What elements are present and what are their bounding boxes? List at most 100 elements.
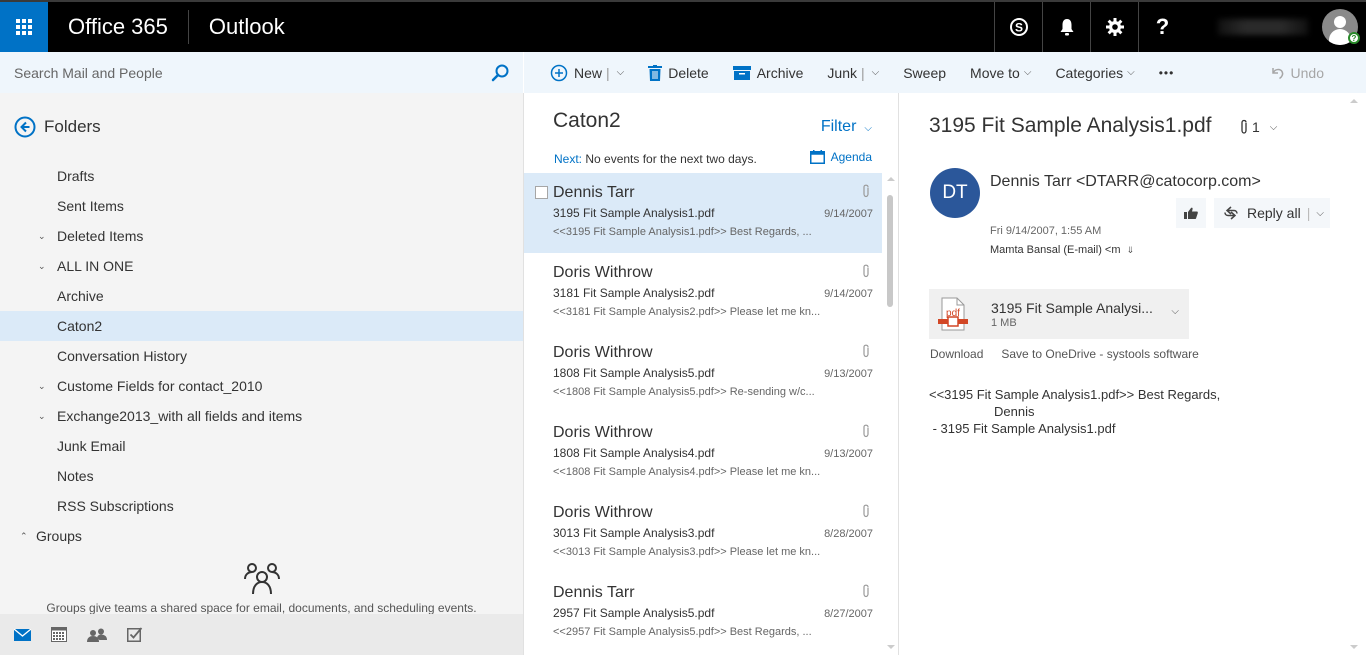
message-date: 9/14/2007 [824, 288, 873, 300]
more-actions-button[interactable]: ••• [1159, 66, 1175, 80]
message-preview: <<1808 Fit Sample Analysis5.pdf>> Re-sen… [553, 386, 815, 398]
message-item[interactable]: Dennis Tarr 3195 Fit Sample Analysis1.pdf… [524, 173, 882, 253]
chevron-down-icon[interactable]: ⌄ [38, 381, 46, 392]
message-sender: Doris Withrow [553, 424, 653, 441]
reply-all-button[interactable]: Reply all | ⌵ [1214, 198, 1330, 228]
folder-item-junk-email[interactable]: Junk Email [0, 431, 523, 461]
notifications-button[interactable] [1042, 2, 1090, 52]
folder-item-sent-items[interactable]: Sent Items [0, 191, 523, 221]
skype-button[interactable]: S [994, 2, 1042, 52]
message-list-pane: Caton2 Filter ⌵ Next: No events for the n… [524, 93, 898, 655]
app-launcher-button[interactable] [0, 2, 48, 52]
download-link[interactable]: Download [930, 347, 983, 361]
user-account-area[interactable]: ? [1186, 2, 1366, 52]
message-item[interactable]: Doris Withrow 1808 Fit Sample Analysis4.p… [524, 413, 882, 493]
agenda-button[interactable]: Agenda [809, 150, 872, 164]
folder-item-exchange2013-with-all-fields-and-items[interactable]: ⌄ Exchange2013_with all fields and items [0, 401, 523, 431]
paperclip-icon [863, 344, 869, 358]
filter-button[interactable]: Filter ⌵ [821, 118, 872, 136]
ellipsis-icon: ••• [1158, 65, 1175, 80]
scroll-down-arrow-icon[interactable] [1350, 645, 1358, 649]
folder-item-custome-fields-for-contact-2010[interactable]: ⌄ Custome Fields for contact_2010 [0, 371, 523, 401]
attachment-options-chevron-icon[interactable]: ⌵ [1171, 306, 1179, 317]
scroll-up-arrow-icon[interactable] [1350, 99, 1358, 103]
junk-dropdown-chevron-icon[interactable]: ⌵ [872, 67, 880, 78]
message-date: 9/13/2007 [824, 448, 873, 460]
reply-options-chevron-icon[interactable]: ⌵ [1316, 208, 1324, 219]
help-button[interactable]: ? [1138, 2, 1186, 52]
attachment-size: 1 MB [991, 316, 1017, 329]
new-button[interactable]: New | ⌵ [550, 64, 624, 82]
scroll-down-arrow-icon[interactable] [887, 645, 895, 649]
tasks-nav-button[interactable] [127, 627, 143, 642]
scroll-up-arrow-icon[interactable] [887, 177, 895, 181]
undo-label: Undo [1290, 64, 1324, 81]
new-dropdown-chevron-icon[interactable]: ⌵ [617, 67, 625, 78]
message-sender: Doris Withrow [553, 264, 653, 281]
move-to-button[interactable]: Move to ⌵ [970, 65, 1031, 81]
folder-label: RSS Subscriptions [57, 498, 174, 514]
folder-label: Exchange2013_with all fields and items [57, 408, 303, 424]
message-preview: <<2957 Fit Sample Analysis5.pdf>> Best R… [553, 626, 812, 638]
message-preview: <<3181 Fit Sample Analysis2.pdf>> Please… [553, 306, 821, 318]
search-input[interactable] [14, 64, 491, 81]
message-preview: <<3013 Fit Sample Analysis3.pdf>> Please… [553, 546, 821, 558]
presence-status-icon: ? [1348, 32, 1360, 44]
message-date: 8/27/2007 [824, 608, 873, 620]
message-item[interactable]: Doris Withrow 1808 Fit Sample Analysis5.p… [524, 333, 882, 413]
message-checkbox[interactable] [535, 186, 548, 199]
folder-item-deleted-items[interactable]: ⌄ Deleted Items [0, 221, 523, 251]
attachment-card[interactable]: pdf 3195 Fit Sample Analysi... 1 MB ⌵ [929, 289, 1189, 339]
delete-button[interactable]: Delete [648, 64, 709, 81]
attachment-count-button[interactable]: 1 ⌵ [1239, 119, 1277, 135]
calendar-nav-button[interactable] [51, 627, 67, 642]
thumbs-up-icon [1184, 207, 1198, 219]
folder-item-drafts[interactable]: Drafts [0, 161, 523, 191]
separator: | [606, 64, 610, 81]
delete-label: Delete [668, 64, 709, 81]
folder-label: Sent Items [57, 198, 124, 214]
message-item[interactable]: Doris Withrow 3181 Fit Sample Analysis2.p… [524, 253, 882, 333]
archive-button[interactable]: Archive [732, 65, 803, 81]
categories-button[interactable]: Categories ⌵ [1055, 65, 1134, 81]
people-nav-button[interactable] [87, 628, 107, 642]
folder-item-rss-subscriptions[interactable]: RSS Subscriptions [0, 491, 523, 521]
separator: | [860, 64, 865, 81]
save-to-onedrive-link[interactable]: Save to OneDrive - systools software [1001, 347, 1198, 361]
mail-icon [14, 628, 31, 641]
chevron-down-icon[interactable]: ⌄ [38, 411, 46, 422]
folder-pane: Folders Drafts Sent Items ⌄ Deleted Items ⌄ A… [0, 93, 523, 615]
recipient[interactable]: Mamta Bansal (E-mail) <m [990, 244, 1121, 256]
like-button[interactable] [1176, 198, 1206, 228]
groups-header[interactable]: ⌃ Groups [0, 521, 523, 551]
chevron-down-icon[interactable]: ⌄ [38, 231, 46, 242]
settings-button[interactable] [1090, 2, 1138, 52]
folder-item-caton2[interactable]: Caton2 [0, 311, 523, 341]
expand-recipients-icon[interactable]: ⇓ [1127, 245, 1135, 256]
search-icon[interactable] [491, 64, 509, 82]
paperclip-icon [863, 424, 869, 438]
office-365-link[interactable]: Office 365 [48, 2, 188, 52]
junk-button[interactable]: Junk | ⌵ [827, 65, 879, 81]
outlook-app-title[interactable]: Outlook [189, 2, 305, 52]
groups-empty-text: Groups give teams a shared space for ema… [46, 601, 477, 615]
back-arrow-circle-icon[interactable] [14, 116, 36, 138]
sender-name[interactable]: Dennis Tarr <DTARR@catocorp.com> [990, 173, 1261, 191]
message-item[interactable]: Dennis Tarr 2957 Fit Sample Analysis5.pdf… [524, 573, 882, 653]
sender-avatar[interactable]: DT [930, 168, 980, 218]
undo-button[interactable]: Undo [1269, 65, 1324, 81]
chevron-down-icon[interactable]: ⌄ [38, 261, 46, 272]
skype-icon: S [1009, 18, 1028, 36]
folder-item-notes[interactable]: Notes [0, 461, 523, 491]
message-body: <<3195 Fit Sample Analysis1.pdf>> Best R… [929, 387, 1221, 436]
message-list-scrollbar[interactable] [884, 173, 898, 655]
next-label: Next: [554, 152, 583, 166]
scrollbar-thumb[interactable] [887, 195, 893, 307]
mail-nav-button[interactable] [14, 628, 31, 641]
message-item[interactable]: Doris Withrow 3013 Fit Sample Analysis3.p… [524, 493, 882, 573]
move-to-label: Move to [970, 64, 1020, 81]
sweep-button[interactable]: Sweep [903, 65, 946, 81]
folder-item-all-in-one[interactable]: ⌄ ALL IN ONE [0, 251, 523, 281]
folder-item-conversation-history[interactable]: Conversation History [0, 341, 523, 371]
folder-item-archive[interactable]: Archive [0, 281, 523, 311]
